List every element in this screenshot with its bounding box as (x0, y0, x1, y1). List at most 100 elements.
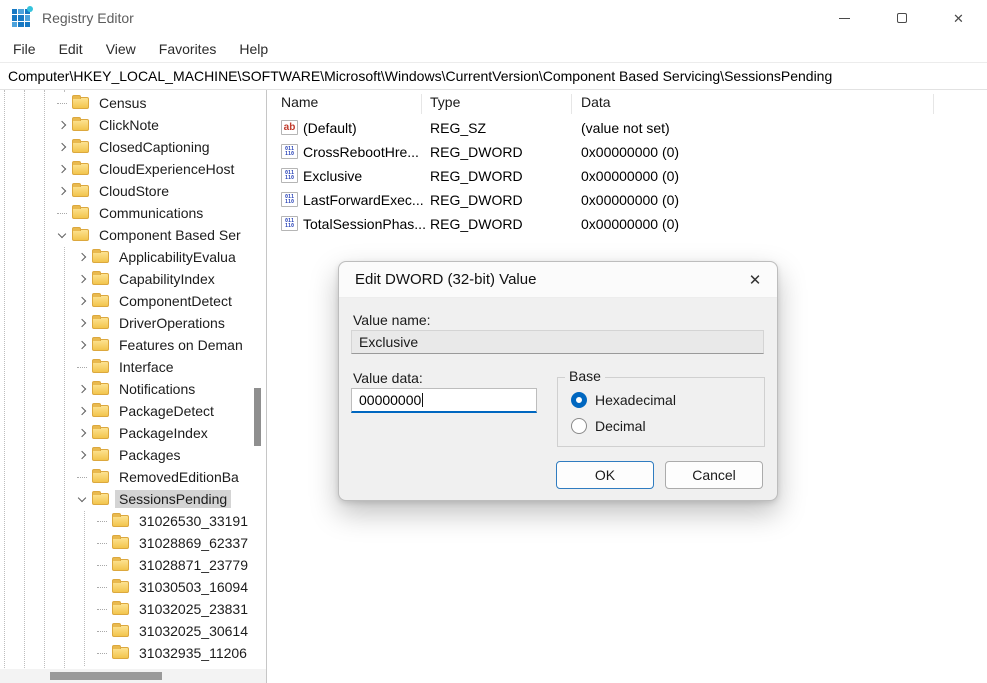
chevron-right-icon[interactable] (72, 334, 92, 356)
value-data-input[interactable]: 00000000 (351, 388, 537, 413)
radio-selected-icon[interactable] (571, 392, 587, 408)
folder-icon (72, 207, 89, 219)
menu-item-file[interactable]: File (10, 39, 39, 59)
tree-item-31032025-23831[interactable]: 31032025_23831 (0, 598, 266, 620)
column-header-name[interactable]: Name (281, 94, 318, 110)
dialog-close-button[interactable]: ✕ (746, 271, 764, 289)
tree-item-notifications[interactable]: Notifications (0, 378, 266, 400)
chevron-right-icon[interactable] (52, 158, 72, 180)
tree-item-census[interactable]: Census (0, 92, 266, 114)
value-row[interactable]: ab(Default)REG_SZ(value not set) (268, 117, 987, 141)
chevron-right-icon[interactable] (72, 378, 92, 400)
chevron-right-icon[interactable] (52, 180, 72, 202)
chevron-right-icon[interactable] (72, 290, 92, 312)
value-type: REG_DWORD (430, 216, 523, 232)
tree-connector (92, 532, 112, 554)
tree-item-sessionspending[interactable]: SessionsPending (0, 488, 266, 510)
tree-item-cloudstore[interactable]: CloudStore (0, 180, 266, 202)
tree-item-31028869-62337[interactable]: 31028869_62337 (0, 532, 266, 554)
tree-item-31030503-16094[interactable]: 31030503_16094 (0, 576, 266, 598)
tree-item-clicknote[interactable]: ClickNote (0, 114, 266, 136)
tree-item-capabilityindex[interactable]: CapabilityIndex (0, 268, 266, 290)
column-divider[interactable] (421, 94, 422, 114)
value-row[interactable]: 011110CrossRebootHre...REG_DWORD0x000000… (268, 141, 987, 165)
tree-item-cloudexperiencehost[interactable]: CloudExperienceHost (0, 158, 266, 180)
value-name: TotalSessionPhas... (303, 216, 426, 232)
chevron-right-icon[interactable] (72, 268, 92, 290)
cancel-button[interactable]: Cancel (665, 461, 763, 489)
tree-vertical-scrollbar[interactable] (254, 388, 261, 446)
value-data: (value not set) (581, 120, 670, 136)
tree-horizontal-scrollbar[interactable] (0, 669, 266, 683)
tree-item-label: 31028869_62337 (135, 534, 252, 552)
chevron-right-icon[interactable] (72, 312, 92, 334)
folder-icon (112, 647, 129, 659)
close-icon: ✕ (749, 271, 762, 289)
radio-unselected-icon[interactable] (571, 418, 587, 434)
tree-item-31028871-23779[interactable]: 31028871_23779 (0, 554, 266, 576)
tree-item-component-based-ser[interactable]: Component Based Ser (0, 224, 266, 246)
folder-icon (72, 119, 89, 131)
address-bar[interactable]: Computer\HKEY_LOCAL_MACHINE\SOFTWARE\Mic… (0, 62, 987, 90)
minimize-button[interactable] (816, 0, 873, 36)
value-row[interactable]: 011110TotalSessionPhas...REG_DWORD0x0000… (268, 213, 987, 237)
tree-connector (92, 620, 112, 642)
tree-item-componentdetect[interactable]: ComponentDetect (0, 290, 266, 312)
tree-horizontal-scrollbar-thumb[interactable] (50, 672, 162, 680)
tree-item-packagedetect[interactable]: PackageDetect (0, 400, 266, 422)
menu-item-favorites[interactable]: Favorites (156, 39, 220, 59)
tree-item-31032025-30614[interactable]: 31032025_30614 (0, 620, 266, 642)
tree-connector (52, 202, 72, 224)
tree-item-packageindex[interactable]: PackageIndex (0, 422, 266, 444)
value-row[interactable]: 011110ExclusiveREG_DWORD0x00000000 (0) (268, 165, 987, 189)
value-data-text: 00000000 (359, 392, 421, 408)
column-header-type[interactable]: Type (430, 94, 460, 110)
ok-button[interactable]: OK (556, 461, 654, 489)
close-button[interactable]: ✕ (930, 0, 987, 36)
base-group-box (557, 377, 765, 447)
radio-hexadecimal[interactable]: Hexadecimal (571, 392, 676, 408)
window-title: Registry Editor (42, 10, 134, 26)
tree-item-label: Communications (95, 204, 207, 222)
folder-icon (92, 471, 109, 483)
text-caret (422, 393, 423, 407)
tree-item-applicabilityevalua[interactable]: ApplicabilityEvalua (0, 246, 266, 268)
chevron-right-icon[interactable] (72, 246, 92, 268)
tree-item-31026530-33191[interactable]: 31026530_33191 (0, 510, 266, 532)
maximize-button[interactable] (873, 0, 930, 36)
tree-item-label: CloudExperienceHost (95, 160, 238, 178)
folder-icon (92, 273, 109, 285)
tree-item-removededitionba[interactable]: RemovedEditionBa (0, 466, 266, 488)
menu-item-help[interactable]: Help (236, 39, 271, 59)
tree-item-communications[interactable]: Communications (0, 202, 266, 224)
chevron-right-icon[interactable] (72, 422, 92, 444)
tree-item-31032935-11206[interactable]: 31032935_11206 (0, 642, 266, 664)
tree-item-driveroperations[interactable]: DriverOperations (0, 312, 266, 334)
value-data-label: Value data: (353, 370, 423, 386)
value-type: REG_DWORD (430, 144, 523, 160)
folder-icon (72, 229, 89, 241)
column-divider[interactable] (571, 94, 572, 114)
tree-item-interface[interactable]: Interface (0, 356, 266, 378)
chevron-right-icon[interactable] (52, 136, 72, 158)
menu-item-view[interactable]: View (103, 39, 139, 59)
chevron-right-icon[interactable] (72, 400, 92, 422)
tree-item-features-on-deman[interactable]: Features on Deman (0, 334, 266, 356)
tree-item-closedcaptioning[interactable]: ClosedCaptioning (0, 136, 266, 158)
column-divider[interactable] (933, 94, 934, 114)
dword-value-icon: 011110 (281, 216, 298, 231)
chevron-down-icon[interactable] (52, 224, 72, 246)
chevron-right-icon[interactable] (72, 444, 92, 466)
column-header-data[interactable]: Data (581, 94, 611, 110)
value-row[interactable]: 011110LastForwardExec...REG_DWORD0x00000… (268, 189, 987, 213)
tree-item-packages[interactable]: Packages (0, 444, 266, 466)
value-name: LastForwardExec... (303, 192, 424, 208)
menu-item-edit[interactable]: Edit (56, 39, 86, 59)
chevron-right-icon[interactable] (52, 114, 72, 136)
folder-icon (72, 185, 89, 197)
tree-connector (92, 598, 112, 620)
folder-icon (92, 427, 109, 439)
radio-decimal[interactable]: Decimal (571, 418, 646, 434)
chevron-down-icon[interactable] (72, 488, 92, 510)
tree-item-label: Interface (115, 358, 177, 376)
